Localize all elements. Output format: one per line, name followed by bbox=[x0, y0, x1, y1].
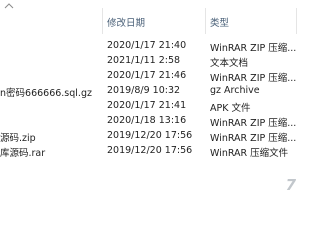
watermark: 7 bbox=[285, 176, 296, 194]
file-type: 文本文档 bbox=[210, 58, 249, 69]
file-name: 源码.zip bbox=[0, 133, 36, 144]
file-date-modified: 2019/12/20 17:56 bbox=[107, 130, 193, 141]
file-date-modified: 2021/1/11 2:58 bbox=[107, 55, 181, 66]
file-row[interactable]: 2020/1/17 21:40 WinRAR ZIP 压缩... bbox=[0, 39, 300, 54]
file-type: gz Archive bbox=[210, 85, 260, 96]
file-date-modified: 2020/1/17 21:41 bbox=[107, 100, 187, 111]
file-date-modified: 2019/8/9 10:32 bbox=[107, 85, 181, 96]
file-row[interactable]: 2021/1/11 2:58 文本文档 bbox=[0, 54, 300, 69]
column-separator[interactable] bbox=[296, 8, 297, 34]
column-separator[interactable] bbox=[102, 8, 103, 34]
column-separator[interactable] bbox=[205, 8, 206, 34]
file-date-modified: 2020/1/18 13:16 bbox=[107, 115, 187, 126]
file-row[interactable]: 源码.zip 2019/12/20 17:56 WinRAR ZIP 压缩... bbox=[0, 129, 300, 144]
file-date-modified: 2020/1/17 21:40 bbox=[107, 40, 187, 51]
file-type: APK 文件 bbox=[210, 103, 251, 114]
file-row[interactable]: n密码666666.sql.gz 2019/8/9 10:32 gz Archi… bbox=[0, 84, 300, 99]
file-name: 库源码.rar bbox=[0, 148, 46, 159]
sort-up-icon[interactable] bbox=[3, 1, 15, 11]
file-row[interactable]: 库源码.rar 2019/12/20 17:56 WinRAR 压缩文件 bbox=[0, 144, 300, 159]
file-date-modified: 2020/1/17 21:46 bbox=[107, 70, 187, 81]
file-row[interactable]: 2020/1/18 13:16 WinRAR ZIP 压缩... bbox=[0, 114, 300, 129]
file-type: WinRAR ZIP 压缩... bbox=[210, 43, 297, 54]
file-row[interactable]: 2020/1/17 21:46 WinRAR ZIP 压缩... bbox=[0, 69, 300, 84]
file-type: WinRAR ZIP 压缩... bbox=[210, 73, 297, 84]
file-type: WinRAR 压缩文件 bbox=[210, 148, 289, 159]
file-date-modified: 2019/12/20 17:56 bbox=[107, 145, 193, 156]
file-name: n密码666666.sql.gz bbox=[0, 88, 92, 99]
file-type: WinRAR ZIP 压缩... bbox=[210, 118, 297, 129]
column-header-type[interactable]: 类型 bbox=[210, 15, 229, 29]
file-type: WinRAR ZIP 压缩... bbox=[210, 133, 297, 144]
column-header-date-modified[interactable]: 修改日期 bbox=[107, 15, 145, 29]
column-header-bar: 修改日期 类型 bbox=[0, 0, 300, 40]
file-row[interactable]: 2020/1/17 21:41 APK 文件 bbox=[0, 99, 300, 114]
